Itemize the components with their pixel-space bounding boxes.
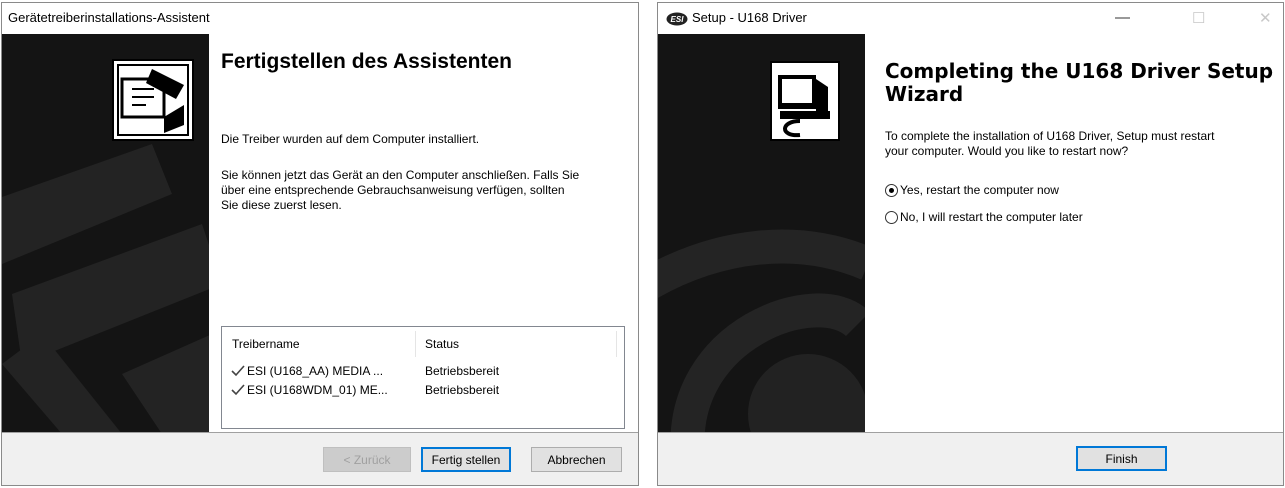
window-title: Gerätetreiberinstallations-Assistent <box>8 10 210 25</box>
finish-button[interactable]: Fertig stellen <box>421 447 511 472</box>
page-title-line-2: Wizard <box>885 82 964 106</box>
restart-message-line-1: To complete the installation of U168 Dri… <box>885 129 1215 143</box>
checkmark-icon <box>231 365 245 377</box>
wizard-side-panel <box>658 34 865 434</box>
wizard-content: Fertigstellen des Assistenten Die Treibe… <box>209 34 638 434</box>
page-title: Fertigstellen des Assistenten <box>221 50 512 73</box>
driver-name: ESI (U168_AA) MEDIA ... <box>247 364 384 378</box>
wizard-footer: < Zurück Fertig stellen Abbrechen <box>2 432 638 485</box>
title-bar[interactable]: Gerätetreiberinstallations-Assistent <box>2 3 638 33</box>
option-label: No, I will restart the computer later <box>900 210 1083 224</box>
maximize-button[interactable]: ☐ <box>1192 9 1205 27</box>
column-divider[interactable] <box>415 331 416 357</box>
column-divider-2 <box>616 331 617 357</box>
column-header-driver-name[interactable]: Treibername <box>232 337 300 351</box>
esi-logo-icon: ESI <box>666 12 688 26</box>
instructions-line-1: Sie können jetzt das Gerät an den Comput… <box>221 168 580 182</box>
minimize-button[interactable]: — <box>1115 9 1130 26</box>
title-bar[interactable]: ESI Setup - U168 Driver — ☐ ✕ <box>658 3 1283 33</box>
checkmark-icon <box>231 384 245 396</box>
restart-now-option[interactable]: Yes, restart the computer now <box>885 182 1185 200</box>
wizard-footer: Finish <box>658 432 1283 485</box>
device-driver-wizard-window: Gerätetreiberinstallations-Assistent Fer… <box>1 2 639 486</box>
restart-message-line-2: your computer. Would you like to restart… <box>885 144 1129 158</box>
instructions-line-2: über eine entsprechende Gebrauchsanweisu… <box>221 183 565 197</box>
restart-later-option[interactable]: No, I will restart the computer later <box>885 209 1185 227</box>
instructions-line-3: Sie diese zuerst lesen. <box>221 198 342 212</box>
back-button[interactable]: < Zurück <box>323 447 411 472</box>
option-label: Yes, restart the computer now <box>900 183 1059 197</box>
wizard-content: Completing the U168 Driver Setup Wizard … <box>865 34 1283 434</box>
radio-button[interactable] <box>885 211 898 224</box>
setup-driver-window: ESI Setup - U168 Driver — ☐ ✕ Completing… <box>657 2 1284 486</box>
hardware-install-icon <box>112 59 194 141</box>
list-item[interactable]: ESI (U168WDM_01) ME... Betriebsbereit <box>222 382 622 400</box>
window-title: Setup - U168 Driver <box>692 10 807 25</box>
column-header-status[interactable]: Status <box>425 337 459 351</box>
driver-name: ESI (U168WDM_01) ME... <box>247 383 388 397</box>
driver-list[interactable]: Treibername Status ESI (U168_AA) MEDIA .… <box>221 326 625 429</box>
radio-button-selected[interactable] <box>885 184 898 197</box>
svg-text:ESI: ESI <box>671 15 685 24</box>
page-title-line-1: Completing the U168 Driver Setup <box>885 59 1274 83</box>
installed-message: Die Treiber wurden auf dem Computer inst… <box>221 132 480 146</box>
driver-status: Betriebsbereit <box>425 364 500 378</box>
wizard-side-panel <box>2 34 209 434</box>
cancel-button[interactable]: Abbrechen <box>531 447 622 472</box>
driver-status: Betriebsbereit <box>425 383 500 397</box>
close-button[interactable]: ✕ <box>1259 9 1272 27</box>
computer-setup-icon <box>770 61 840 141</box>
finish-button[interactable]: Finish <box>1076 446 1167 471</box>
list-item[interactable]: ESI (U168_AA) MEDIA ... Betriebsbereit <box>222 363 622 381</box>
